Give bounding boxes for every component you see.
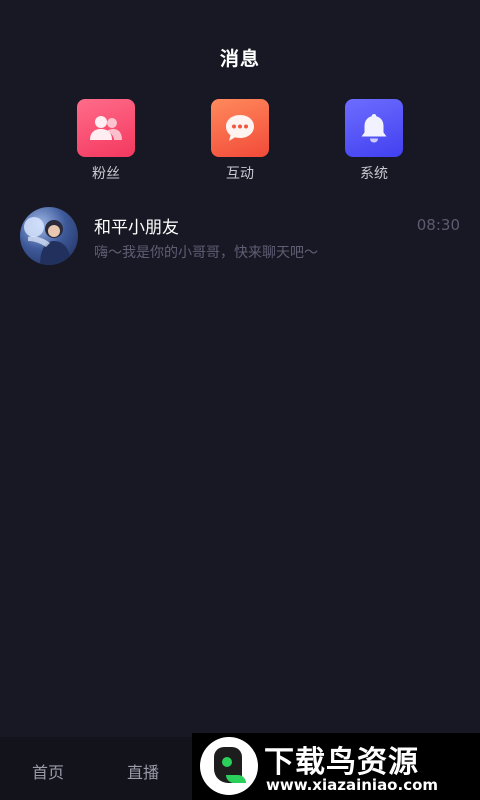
category-interact-label: 互动 — [226, 166, 254, 182]
category-fans-label: 粉丝 — [92, 166, 120, 182]
category-system[interactable]: 系统 — [334, 99, 414, 183]
messages-page: 消息 粉丝 互动 系统 和平小朋友 08:30 嗨～我是你的小哥哥，快来聊天吧～… — [0, 0, 480, 800]
message-preview: 嗨～我是你的小哥哥，快来聊天吧～ — [94, 245, 318, 261]
tab-live[interactable]: 直播 — [127, 759, 159, 783]
chat-bubble-icon — [211, 99, 269, 157]
fans-icon — [77, 99, 135, 157]
bell-icon — [345, 99, 403, 157]
category-fans[interactable]: 粉丝 — [66, 99, 146, 183]
watermark-banner: 下载鸟资源 www.xiazainiao.com — [192, 733, 480, 800]
message-time: 08:30 — [416, 216, 460, 234]
watermark-title: 下载鸟资源 — [264, 745, 419, 780]
watermark-url: www.xiazainiao.com — [266, 776, 439, 794]
page-title: 消息 — [219, 48, 260, 70]
message-sender-name: 和平小朋友 — [94, 218, 179, 238]
category-system-label: 系统 — [360, 166, 388, 182]
message-item[interactable]: 和平小朋友 08:30 嗨～我是你的小哥哥，快来聊天吧～ — [20, 207, 460, 267]
tab-home[interactable]: 首页 — [32, 759, 64, 783]
category-interact[interactable]: 互动 — [200, 99, 280, 183]
bird-logo-icon — [200, 737, 258, 795]
avatar[interactable] — [20, 207, 78, 265]
